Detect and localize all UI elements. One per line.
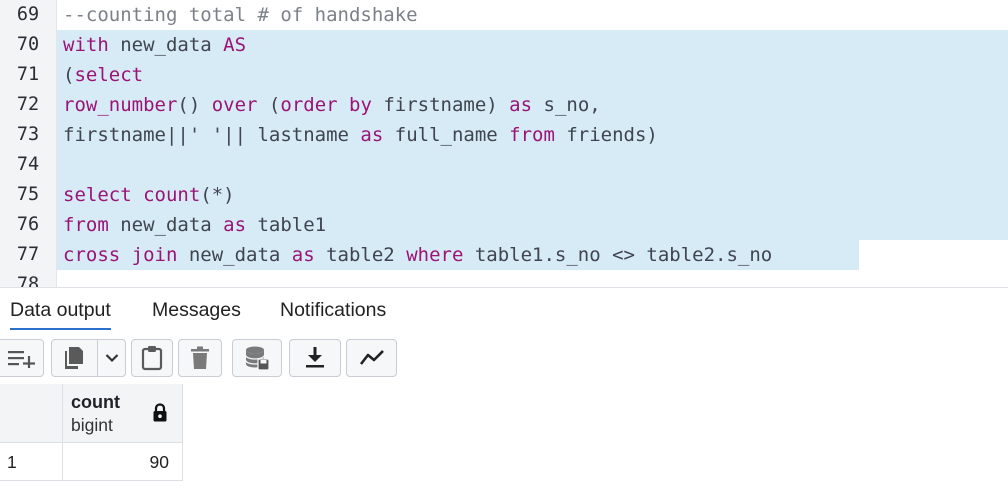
delete-button[interactable]	[178, 339, 222, 377]
tab-messages[interactable]: Messages	[152, 288, 241, 330]
sql-keyword: select	[63, 184, 132, 206]
graph-visualiser-button[interactable]	[346, 339, 397, 377]
sql-keyword: row_number	[63, 94, 178, 116]
copy-options-dropdown[interactable]	[98, 340, 126, 376]
sql-text: (	[63, 64, 75, 86]
sql-text: new_data	[177, 244, 292, 266]
save-data-changes-button[interactable]	[232, 339, 282, 377]
code-line[interactable]: 71 (select	[0, 60, 1008, 90]
sql-keyword: over	[211, 94, 258, 116]
sql-text: new_data	[108, 34, 224, 56]
code-text: from new_data as table1	[63, 210, 326, 240]
line-number: 78	[16, 274, 40, 287]
lock-icon	[153, 403, 167, 422]
sql-keyword: as	[509, 94, 533, 116]
result-panel-tabs: Data output Messages Notifications	[0, 287, 1008, 331]
sql-text: s_no,	[532, 94, 601, 116]
copy-icon	[65, 347, 83, 369]
code-line[interactable]: 72 row_number() over (order by firstname)…	[0, 90, 1008, 120]
line-number: 75	[16, 184, 40, 205]
sql-keyword: count	[143, 184, 201, 206]
copy-split-button	[51, 339, 126, 377]
sql-keyword: as	[223, 214, 247, 236]
selection-highlight	[57, 60, 1008, 90]
sql-keyword: order by	[280, 94, 372, 116]
code-line[interactable]: 70 with new_data AS	[0, 30, 1008, 60]
paste-button[interactable]	[131, 339, 173, 377]
column-type: bigint	[71, 415, 113, 435]
code-text: row_number() over (order by firstname) a…	[63, 90, 601, 120]
code-text: with new_data AS	[63, 30, 246, 60]
code-text: cross join new_data as table2 where tabl…	[63, 240, 772, 270]
save-data-icon	[245, 346, 270, 371]
chevron-down-icon	[105, 354, 119, 363]
sql-editor[interactable]: 69 --counting total # of handshake 70 with …	[0, 0, 1008, 287]
code-text: select count(*)	[63, 180, 235, 210]
line-number: 69	[16, 4, 40, 25]
line-number: 72	[16, 94, 40, 115]
code-line[interactable]: 73 firstname||' '|| lastname as full_name…	[0, 120, 1008, 150]
sql-text: table1	[246, 214, 327, 236]
code-text: firstname||' '|| lastname as full_name f…	[63, 120, 658, 150]
sql-keyword: select	[74, 64, 144, 86]
sql-keyword: where	[406, 244, 464, 266]
selection-highlight	[57, 150, 1008, 180]
line-number: 71	[16, 64, 40, 85]
paste-icon	[141, 346, 163, 371]
code-line[interactable]: 75 select count(*)	[0, 180, 1008, 210]
result-grid: count bigint 1 90	[0, 384, 1008, 498]
sql-text: (	[257, 94, 281, 116]
sql-text: table2	[314, 244, 407, 266]
copy-button[interactable]	[52, 340, 96, 376]
sql-keyword: as	[360, 124, 384, 146]
code-line[interactable]: 77 cross join new_data as table2 where ta…	[0, 240, 1008, 270]
sql-text: full_name	[383, 124, 510, 146]
add-row-button[interactable]	[0, 339, 44, 377]
graph-icon	[359, 350, 384, 365]
tab-notifications[interactable]: Notifications	[280, 288, 386, 330]
code-text: --counting total # of handshake	[63, 0, 418, 30]
code-line[interactable]: 69 --counting total # of handshake	[0, 0, 1008, 30]
row-number[interactable]: 1	[0, 443, 63, 481]
column-name: count	[71, 392, 120, 412]
line-number: 74	[16, 154, 40, 175]
sql-text: firstname||' '|| lastname	[63, 124, 361, 146]
sql-text: firstname)	[371, 94, 510, 116]
sql-text: table1.s_no <> table2.s_no	[463, 244, 773, 266]
sql-keyword: cross join	[63, 244, 178, 266]
download-button[interactable]	[289, 339, 341, 377]
line-number: 70	[16, 34, 40, 55]
table-cell[interactable]: 90	[63, 443, 183, 481]
sql-text: (*)	[200, 184, 235, 206]
sql-text: friends)	[554, 124, 658, 146]
add-row-icon	[7, 351, 35, 368]
sql-keyword: from	[63, 214, 109, 236]
code-line[interactable]: 76 from new_data as table1	[0, 210, 1008, 240]
line-number: 73	[16, 124, 40, 145]
code-line[interactable]: 78	[0, 270, 1008, 287]
sql-keyword: from	[509, 124, 555, 146]
line-number: 76	[16, 214, 40, 235]
sql-text: new_data	[108, 214, 224, 236]
sql-keyword: AS	[223, 34, 247, 56]
sql-comment: --counting total # of handshake	[63, 4, 418, 26]
data-output-toolbar	[0, 330, 1008, 384]
code-text: (select	[63, 60, 143, 90]
delete-icon	[191, 346, 209, 369]
sql-keyword: with	[63, 34, 109, 56]
grid-corner-header[interactable]	[0, 384, 63, 443]
sql-keyword: as	[291, 244, 315, 266]
line-number: 77	[16, 244, 40, 265]
tab-data-output[interactable]: Data output	[10, 288, 111, 331]
sql-text: ()	[177, 94, 212, 116]
code-line[interactable]: 74	[0, 150, 1008, 180]
download-icon	[306, 347, 324, 368]
column-header-count[interactable]: count bigint	[63, 384, 183, 443]
